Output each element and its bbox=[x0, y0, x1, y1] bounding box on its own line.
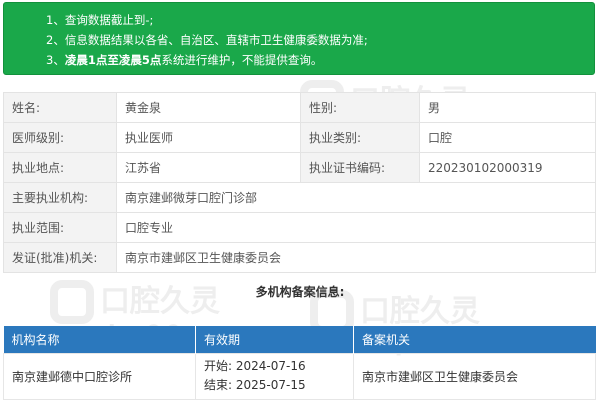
header-authority: 备案机关 bbox=[353, 326, 596, 353]
table-row: 执业地点: 江苏省 执业证书编码: 220230102000319 bbox=[3, 152, 596, 183]
cert-label: 执业证书编码: bbox=[300, 152, 420, 183]
table-row: 医师级别: 执业医师 执业类别: 口腔 bbox=[3, 122, 596, 153]
level-label: 医师级别: bbox=[3, 122, 117, 153]
notice-line-2: 2、信息数据结果以各省、自治区、直辖市卫生健康委数据为准; bbox=[46, 33, 368, 47]
institution-label: 主要执业机构: bbox=[3, 182, 117, 213]
notice-banner: 1、查询数据截止到-; 2、信息数据结果以各省、自治区、直辖市卫生健康委数据为准… bbox=[3, 2, 595, 75]
table-row: 南京建邺德中口腔诊所 开始: 2024-07-16 结束: 2025-07-15… bbox=[3, 352, 596, 400]
scope-value: 口腔专业 bbox=[116, 212, 596, 243]
table-row: 主要执业机构: 南京建邺微芽口腔门诊部 bbox=[3, 182, 596, 213]
institution-value: 南京建邺微芽口腔门诊部 bbox=[116, 182, 596, 213]
table-row: 姓名: 黄金泉 性别: 男 bbox=[3, 92, 596, 123]
category-label: 执业类别: bbox=[300, 122, 420, 153]
table-row: 执业范围: 口腔专业 bbox=[3, 212, 596, 243]
gender-label: 性别: bbox=[300, 92, 420, 123]
issuer-value: 南京市建邺区卫生健康委员会 bbox=[116, 242, 596, 273]
location-label: 执业地点: bbox=[3, 152, 117, 183]
record-authority: 南京市建邺区卫生健康委员会 bbox=[353, 352, 596, 400]
scope-label: 执业范围: bbox=[3, 212, 117, 243]
notice-line-1: 1、查询数据截止到-; bbox=[46, 13, 154, 27]
gender-value: 男 bbox=[419, 92, 596, 123]
header-institution: 机构名称 bbox=[3, 326, 196, 353]
table-row: 发证(批准)机关: 南京市建邺区卫生健康委员会 bbox=[3, 242, 596, 273]
records-table: 机构名称 有效期 备案机关 南京建邺德中口腔诊所 开始: 2024-07-16 … bbox=[3, 326, 596, 400]
record-institution: 南京建邺德中口腔诊所 bbox=[3, 352, 196, 400]
notice-line-3-prefix: 3、 bbox=[46, 53, 65, 67]
record-start: 开始: 2024-07-16 bbox=[204, 359, 306, 373]
location-value: 江苏省 bbox=[116, 152, 301, 183]
notice-maintenance-hours: 凌晨1点至凌晨5点 bbox=[64, 53, 162, 67]
level-value: 执业医师 bbox=[116, 122, 301, 153]
category-value: 口腔 bbox=[419, 122, 596, 153]
doctor-info-table: 姓名: 黄金泉 性别: 男 医师级别: 执业医师 执业类别: 口腔 执业地点: … bbox=[3, 92, 596, 273]
cert-value: 220230102000319 bbox=[419, 152, 596, 183]
record-end: 结束: 2025-07-15 bbox=[204, 378, 306, 392]
notice-line-3: 3、凌晨1点至凌晨5点系统进行维护，不能提供查询。 bbox=[46, 50, 594, 70]
records-header-row: 机构名称 有效期 备案机关 bbox=[3, 326, 596, 353]
name-value: 黄金泉 bbox=[116, 92, 301, 123]
header-period: 有效期 bbox=[195, 326, 354, 353]
watermark-brand: 口腔久灵 bbox=[360, 294, 480, 329]
record-period: 开始: 2024-07-16 结束: 2025-07-15 bbox=[195, 352, 354, 400]
name-label: 姓名: bbox=[3, 92, 117, 123]
notice-line-3-suffix: 系统进行维护，不能提供查询。 bbox=[161, 53, 323, 67]
issuer-label: 发证(批准)机关: bbox=[3, 242, 117, 273]
records-title: 多机构备案信息: bbox=[255, 285, 345, 299]
